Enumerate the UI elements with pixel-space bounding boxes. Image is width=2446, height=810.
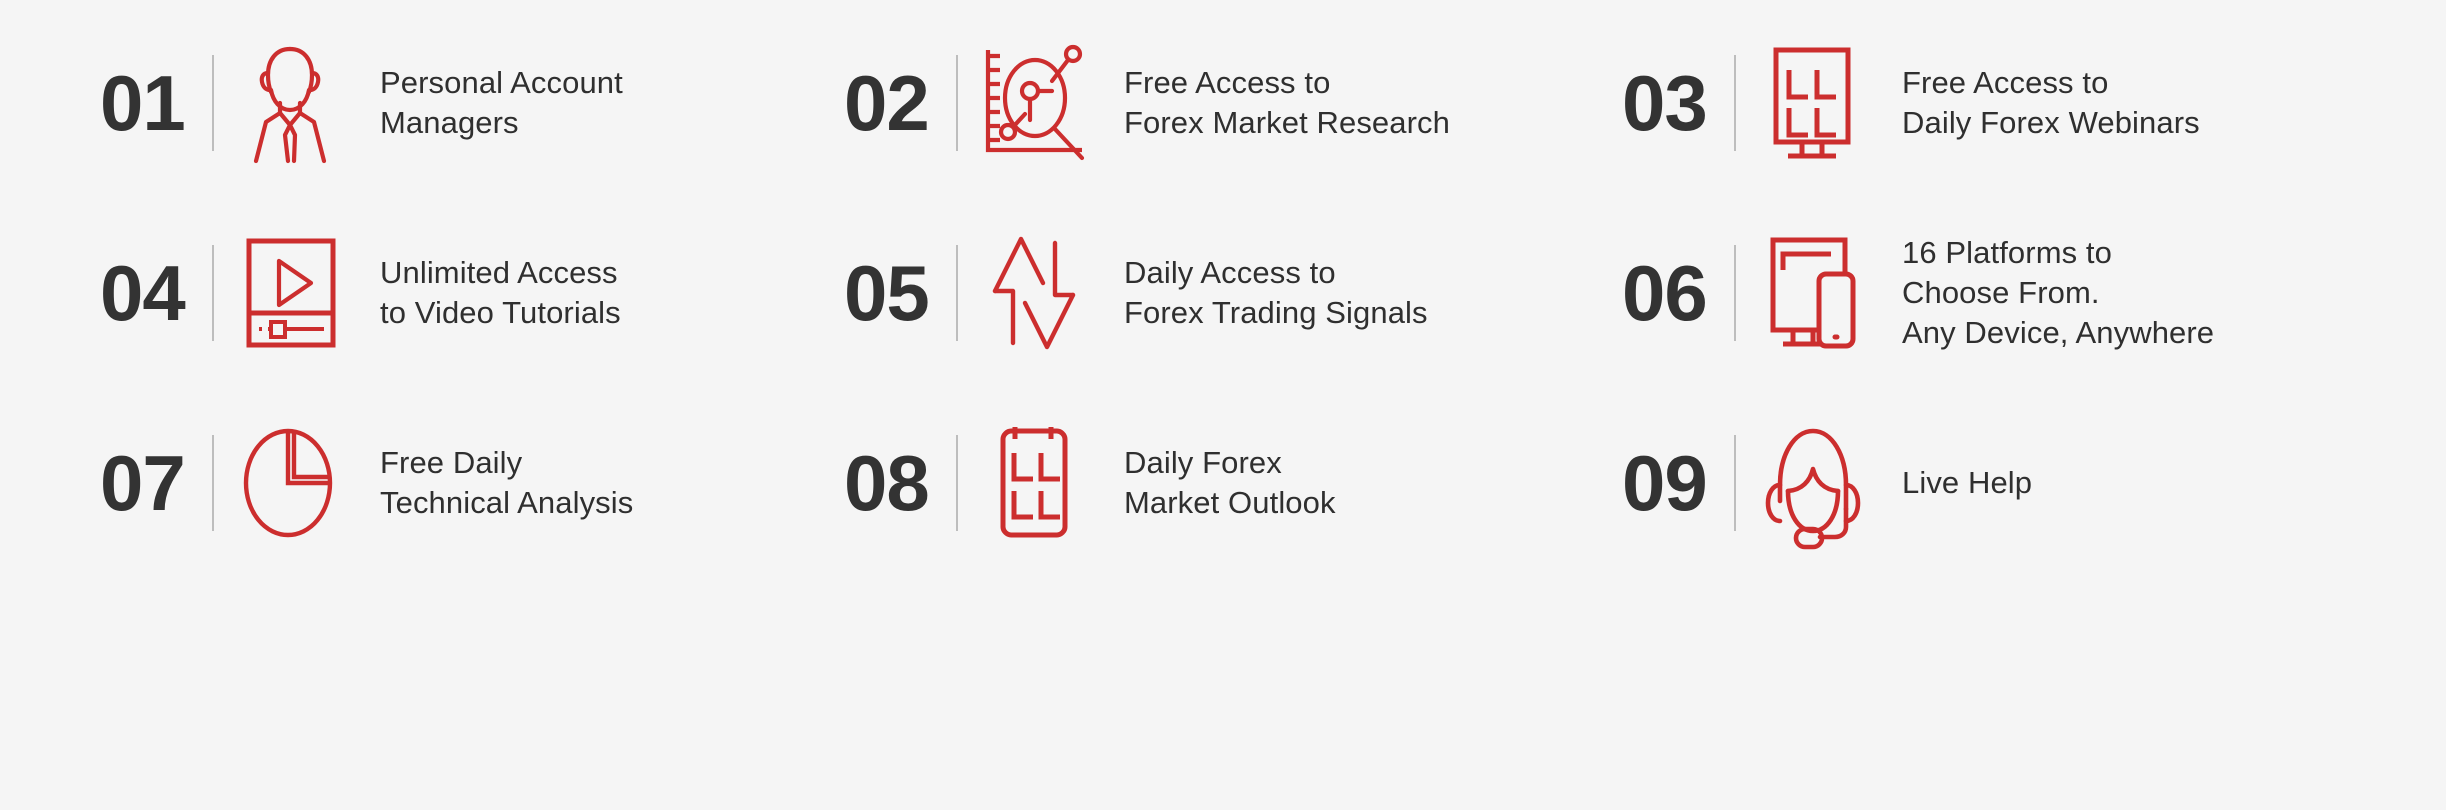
benefit-item-08[interactable]: 08 Daily Forex Market Outlook bbox=[816, 388, 1598, 578]
benefit-label: Free Daily Technical Analysis bbox=[380, 445, 634, 520]
benefit-item-03[interactable]: 03 Free Access to Daily Forex Webinars bbox=[1598, 8, 2446, 198]
benefit-label: Daily Access to Forex Trading Signals bbox=[1124, 255, 1428, 330]
benefits-grid: 01 Personal Account Managers 02 Free Acc… bbox=[0, 0, 2446, 578]
benefit-item-07[interactable]: 07 Free Daily Technical Analysis bbox=[0, 388, 816, 578]
benefit-label: Daily Forex Market Outlook bbox=[1124, 445, 1336, 520]
benefit-label: Live Help bbox=[1902, 465, 2033, 501]
benefits-board: 01 Personal Account Managers 02 Free Acc… bbox=[0, 0, 2446, 810]
benefit-number: 01 bbox=[100, 59, 186, 147]
benefit-number: 08 bbox=[844, 439, 930, 527]
benefit-number: 03 bbox=[1622, 59, 1708, 147]
benefit-item-06[interactable]: 06 16 Platforms to Choose From. Any Devi… bbox=[1598, 198, 2446, 388]
benefit-number: 06 bbox=[1622, 249, 1708, 337]
chart-magnifier-research-icon bbox=[958, 38, 1110, 168]
headset-support-agent-icon bbox=[1736, 418, 1888, 550]
pie-chart-analysis-icon bbox=[214, 418, 366, 548]
benefit-item-01[interactable]: 01 Personal Account Managers bbox=[0, 8, 816, 198]
benefit-number: 07 bbox=[100, 439, 186, 527]
benefit-item-09[interactable]: 09 Live Help bbox=[1598, 388, 2446, 578]
up-down-arrows-signals-icon bbox=[958, 228, 1110, 358]
benefit-label: Personal Account Managers bbox=[380, 65, 623, 140]
benefit-label: Free Access to Daily Forex Webinars bbox=[1902, 65, 2200, 140]
webinar-monitor-icon bbox=[1736, 38, 1888, 168]
benefit-item-05[interactable]: 05 Daily Access to Forex Trading Signals bbox=[816, 198, 1598, 388]
benefit-label: Unlimited Access to Video Tutorials bbox=[380, 255, 621, 330]
benefit-number: 05 bbox=[844, 249, 930, 337]
benefit-number: 02 bbox=[844, 59, 930, 147]
market-outlook-grid-icon bbox=[958, 418, 1110, 548]
video-player-icon bbox=[214, 228, 366, 358]
benefit-label: Free Access to Forex Market Research bbox=[1124, 65, 1450, 140]
benefit-number: 04 bbox=[100, 249, 186, 337]
person-account-manager-icon bbox=[214, 38, 366, 168]
benefit-item-02[interactable]: 02 Free Access to Forex Market Research bbox=[816, 8, 1598, 198]
benefit-item-04[interactable]: 04 Unlimited Access to Video Tutorials bbox=[0, 198, 816, 388]
benefit-label: 16 Platforms to Choose From. Any Device,… bbox=[1902, 235, 2215, 350]
benefit-number: 09 bbox=[1622, 439, 1708, 527]
desktop-mobile-devices-icon bbox=[1736, 228, 1888, 358]
